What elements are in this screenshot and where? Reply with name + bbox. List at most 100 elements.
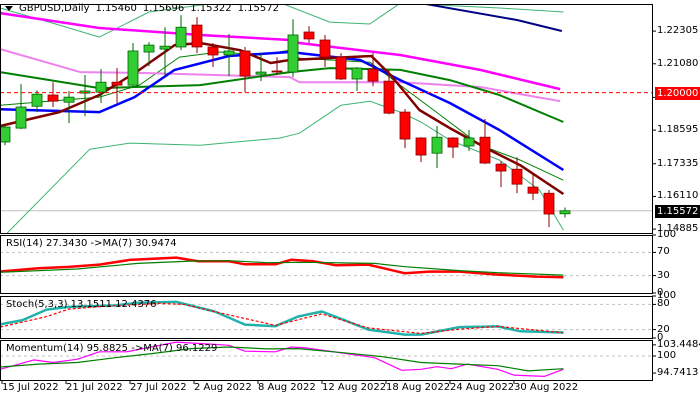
rsi-axis-label: 70 bbox=[657, 246, 670, 258]
date-label: 21 Jul 2022 bbox=[66, 382, 123, 393]
date-label: 8 Aug 2022 bbox=[258, 382, 316, 393]
candle-body bbox=[255, 71, 267, 75]
candle-body bbox=[287, 34, 299, 73]
chart-canvas[interactable] bbox=[0, 0, 700, 400]
candle bbox=[319, 34, 331, 67]
rsi-plot bbox=[0, 251, 652, 279]
candle-body bbox=[431, 136, 443, 154]
candle-body bbox=[271, 70, 283, 73]
candle bbox=[191, 17, 203, 54]
date-label: 27 Jul 2022 bbox=[130, 382, 187, 393]
candle-body bbox=[351, 67, 363, 80]
bollinger-lower-line bbox=[6, 100, 564, 233]
candle bbox=[335, 53, 347, 81]
high-value: 1.15696 bbox=[142, 3, 185, 14]
candle-body bbox=[159, 45, 171, 50]
candle-body bbox=[479, 136, 491, 164]
candle-body bbox=[15, 106, 27, 129]
current-price-tag: 1.15572 bbox=[655, 204, 700, 218]
price-axis-label: 1.22305 bbox=[657, 25, 699, 37]
candle bbox=[415, 137, 427, 163]
date-label: 30 Aug 2022 bbox=[514, 382, 579, 393]
candle-body bbox=[239, 50, 251, 77]
candle bbox=[287, 19, 299, 78]
candle bbox=[0, 125, 11, 146]
date-label: 18 Aug 2022 bbox=[386, 382, 451, 393]
price-axis-label: 1.21080 bbox=[657, 57, 699, 69]
candle bbox=[463, 129, 475, 152]
candle-body bbox=[207, 46, 219, 56]
price-axis-label: 1.18595 bbox=[657, 124, 699, 136]
price-axis-label: 1.16110 bbox=[657, 190, 699, 202]
candle bbox=[479, 119, 491, 165]
open-value: 1.15460 bbox=[95, 3, 137, 14]
candle bbox=[127, 42, 139, 88]
candle bbox=[79, 74, 91, 117]
candle bbox=[239, 46, 251, 93]
candle bbox=[175, 15, 187, 51]
candle bbox=[159, 27, 171, 77]
stoch-axis-label: 80 bbox=[657, 298, 670, 310]
candle bbox=[495, 161, 507, 188]
rsi-line bbox=[0, 256, 564, 279]
dropdown-triangle-icon[interactable] bbox=[5, 6, 13, 11]
date-label: 24 Aug 2022 bbox=[450, 382, 515, 393]
candle bbox=[47, 82, 59, 108]
candle-body bbox=[511, 168, 523, 185]
candle bbox=[431, 125, 443, 169]
candle-body bbox=[303, 31, 315, 40]
candle bbox=[95, 69, 107, 104]
candle bbox=[223, 34, 235, 77]
candle bbox=[367, 53, 379, 87]
candle-body bbox=[367, 68, 379, 82]
candle-body bbox=[447, 137, 459, 148]
candle-body bbox=[495, 163, 507, 172]
momentum-axis-label: 100 bbox=[657, 350, 677, 362]
candle bbox=[559, 207, 571, 218]
candle-body bbox=[191, 24, 203, 48]
candle-body bbox=[31, 93, 43, 107]
close-value: 1.15572 bbox=[237, 3, 279, 14]
candle bbox=[351, 66, 363, 92]
momentum-label: Momentum(14) 95.8825 ->MA(7) 96.1229 bbox=[6, 343, 218, 354]
candle-body bbox=[175, 26, 187, 48]
candle-body bbox=[383, 80, 395, 114]
rsi-label: RSI(14) 27.3430 ->MA(7) 30.9474 bbox=[6, 238, 177, 249]
candle-body bbox=[143, 44, 155, 53]
rsi-axis-label: 30 bbox=[657, 269, 670, 281]
candle-body bbox=[399, 111, 411, 140]
candle bbox=[447, 137, 459, 159]
level-price-tag: 1.20000 bbox=[655, 86, 700, 100]
candle-body bbox=[223, 50, 235, 56]
candle-body bbox=[543, 192, 555, 215]
price-axis-label: 1.17335 bbox=[657, 157, 699, 169]
candle-body bbox=[319, 39, 331, 58]
rsi-axis-label: 100 bbox=[657, 229, 677, 240]
candle bbox=[271, 57, 283, 75]
candle bbox=[527, 174, 539, 201]
chart-header: GBPUSD,Daily 1.15460 1.15696 1.15322 1.1… bbox=[5, 3, 279, 14]
date-label: 15 Jul 2022 bbox=[2, 382, 59, 393]
candle bbox=[543, 190, 555, 228]
candle bbox=[399, 109, 411, 149]
candle-body bbox=[111, 81, 123, 86]
date-label: 2 Aug 2022 bbox=[194, 382, 252, 393]
low-value: 1.15322 bbox=[190, 3, 232, 14]
date-label: 12 Aug 2022 bbox=[322, 382, 387, 393]
candle-body bbox=[47, 94, 59, 102]
stoch-label: Stoch(5,3,3) 13.1511 12.4376 bbox=[6, 299, 157, 310]
candle-body bbox=[335, 56, 347, 80]
candle bbox=[15, 84, 27, 130]
candle-body bbox=[63, 96, 75, 103]
momentum-axis-label: 94.7413 bbox=[657, 367, 699, 379]
candle bbox=[303, 26, 315, 43]
price-plot bbox=[0, 4, 652, 233]
candle-body bbox=[95, 81, 107, 93]
candle-body bbox=[127, 50, 139, 86]
candle-body bbox=[463, 137, 475, 147]
candle bbox=[143, 42, 155, 67]
candle-body bbox=[527, 186, 539, 194]
candle-body bbox=[415, 137, 427, 156]
candle-body bbox=[0, 126, 11, 143]
symbol-label: GBPUSD,Daily bbox=[19, 3, 90, 14]
